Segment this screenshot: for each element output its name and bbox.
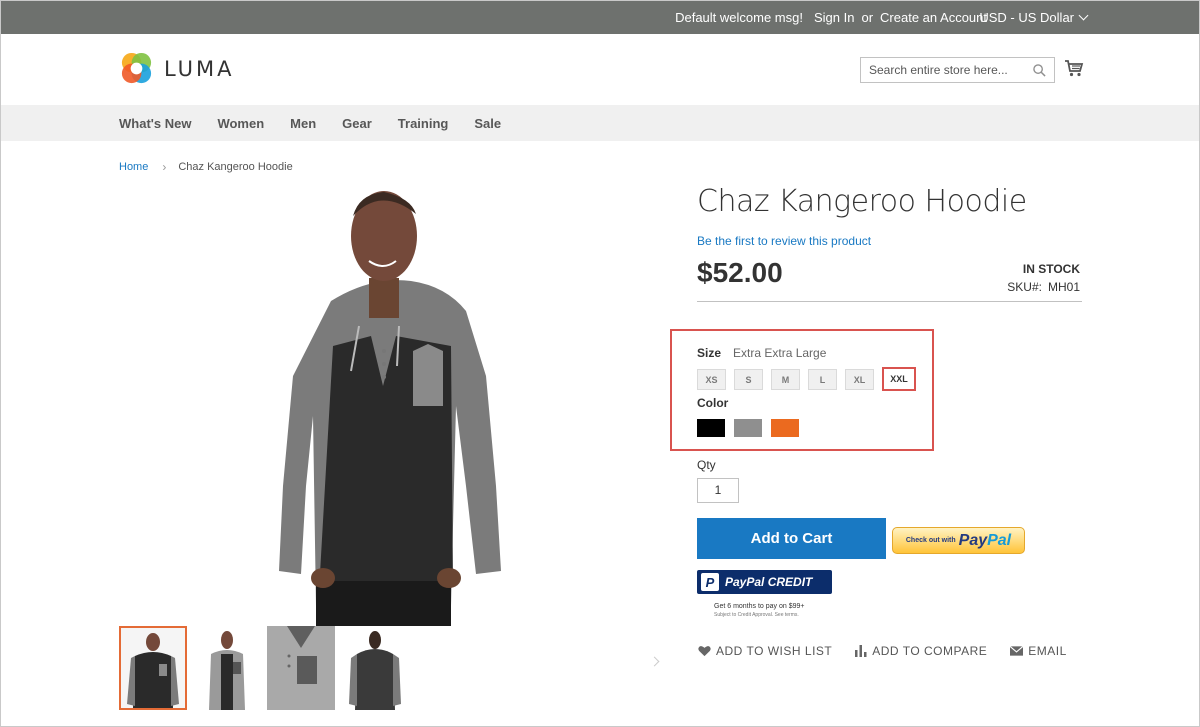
paypal-credit-note: Get 6 months to pay on $99+ Subject to C…	[714, 603, 804, 619]
add-to-wishlist-link[interactable]: ADD TO WISH LIST	[698, 644, 832, 658]
size-selected-value: Extra Extra Large	[733, 346, 827, 360]
nav-item-gear[interactable]: Gear	[342, 116, 372, 131]
size-swatches: XS S M L XL XXL	[697, 367, 916, 391]
email-label: EMAIL	[1028, 644, 1067, 658]
nav-item-training[interactable]: Training	[398, 116, 449, 131]
product-actions: ADD TO WISH LIST ADD TO COMPARE EMAIL	[698, 644, 1067, 658]
paypal-pay-text: Pay	[958, 531, 988, 549]
size-label: Size	[697, 346, 722, 360]
divider	[697, 301, 1082, 302]
currency-label: USD - US Dollar	[979, 10, 1074, 25]
size-swatch-l[interactable]: L	[808, 369, 837, 390]
paypal-credit-button[interactable]: P PayPal CREDIT	[697, 570, 832, 594]
paypal-p-icon: P	[701, 573, 719, 591]
thumbnail-strip	[119, 626, 409, 710]
breadcrumb-home-link[interactable]: Home	[119, 161, 148, 173]
thumbnail-next-arrow[interactable]	[649, 656, 660, 667]
paypal-checkout-button[interactable]: Check out with PayPal	[892, 527, 1025, 554]
top-panel: Default welcome msg! Sign In or Create a…	[1, 1, 1199, 34]
sku-label: SKU#:	[1007, 280, 1042, 294]
sign-in-link[interactable]: Sign In	[814, 10, 854, 25]
size-swatch-xxl[interactable]: XXL	[882, 367, 916, 391]
paypal-pal-text: Pal	[987, 531, 1012, 549]
email-link[interactable]: EMAIL	[1010, 644, 1067, 658]
color-label: Color	[697, 396, 729, 410]
nav-item-sale[interactable]: Sale	[474, 116, 501, 131]
chevron-right-icon: ›	[162, 160, 167, 174]
main-navigation: What's New Women Men Gear Training Sale	[1, 105, 1199, 141]
wishlist-label: ADD TO WISH LIST	[716, 644, 833, 658]
welcome-message: Default welcome msg!	[675, 10, 803, 25]
add-to-compare-link[interactable]: ADD TO COMPARE	[855, 644, 987, 658]
credit-note-text: Get 6 months to pay on $99+	[714, 603, 805, 610]
search-box	[860, 57, 1055, 83]
paypal-credit-label: PayPal CREDIT	[725, 575, 813, 589]
color-swatches	[697, 419, 799, 437]
sku-value: MH01	[1047, 280, 1080, 294]
size-swatch-xs[interactable]: XS	[697, 369, 726, 390]
add-to-cart-button[interactable]: Add to Cart	[697, 518, 886, 559]
nav-item-women[interactable]: Women	[217, 116, 264, 131]
size-attribute: Size Extra Extra Large	[697, 346, 826, 360]
size-swatch-xl[interactable]: XL	[845, 369, 874, 390]
color-swatch-gray[interactable]	[734, 419, 762, 437]
logo-text: LUMA	[164, 56, 235, 81]
paypal-logo-text: PayPal	[959, 532, 1011, 550]
size-swatch-m[interactable]: M	[771, 369, 800, 390]
search-input[interactable]	[861, 58, 1021, 82]
color-swatch-black[interactable]	[697, 419, 725, 437]
compare-label: ADD TO COMPARE	[872, 644, 988, 658]
header-links: Default welcome msg! Sign In or Create a…	[675, 10, 987, 25]
qty-label: Qty	[697, 458, 716, 472]
thumbnail-2[interactable]	[193, 626, 261, 710]
product-price: $52.00	[697, 257, 783, 288]
page-frame: Default welcome msg! Sign In or Create a…	[0, 0, 1200, 727]
breadcrumb-current: Chaz Kangeroo Hoodie	[178, 161, 293, 173]
credit-terms-text: Subject to Credit Approval. See terms.	[714, 612, 799, 618]
size-swatch-s[interactable]: S	[734, 369, 763, 390]
currency-switcher[interactable]: USD - US Dollar	[979, 10, 1089, 25]
search-icon[interactable]	[1033, 64, 1046, 77]
thumbnail-3[interactable]	[267, 626, 335, 710]
thumbnail-1[interactable]	[119, 626, 187, 710]
or-text: or	[861, 10, 874, 25]
nav-item-men[interactable]: Men	[290, 116, 316, 131]
cart-icon[interactable]	[1064, 60, 1084, 77]
nav-item-whats-new[interactable]: What's New	[119, 116, 191, 131]
breadcrumb: Home › Chaz Kangeroo Hoodie	[119, 160, 293, 174]
stock-status: IN STOCK	[1022, 262, 1080, 276]
envelope-icon	[1010, 646, 1024, 656]
product-sku: SKU#: MH01	[1007, 280, 1080, 294]
logo[interactable]: LUMA	[119, 51, 235, 86]
paypal-checkout-small-text: Check out with	[905, 537, 956, 544]
review-link[interactable]: Be the first to review this product	[697, 234, 871, 248]
compare-bars-icon	[855, 645, 867, 657]
color-swatch-orange[interactable]	[771, 419, 799, 437]
product-title: Chaz Kangeroo Hoodie	[697, 184, 1027, 219]
chevron-down-icon	[1078, 10, 1089, 21]
product-main-image[interactable]	[271, 186, 511, 626]
create-account-link[interactable]: Create an Account	[880, 10, 987, 25]
qty-input[interactable]: 1	[697, 478, 739, 503]
thumbnail-4[interactable]	[341, 626, 409, 710]
heart-icon	[698, 646, 711, 657]
luma-logo-icon	[121, 52, 152, 84]
